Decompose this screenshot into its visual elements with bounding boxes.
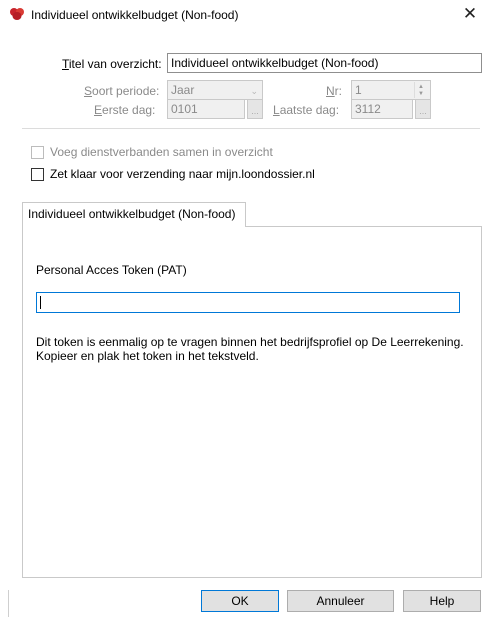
nr-value: 1 xyxy=(355,83,362,97)
titel-label: Titel van overzicht: xyxy=(62,57,162,71)
app-icon xyxy=(9,7,25,21)
soort-periode-label: Soort periode: xyxy=(84,84,160,98)
soort-periode-select[interactable]: Jaar ⌄ xyxy=(167,80,263,100)
tab-panel xyxy=(22,226,482,578)
tab-ontwikkelbudget[interactable]: Individueel ontwikkelbudget (Non-food) xyxy=(22,202,246,227)
spin-down-icon[interactable]: ▼ xyxy=(418,91,424,97)
laatste-dag-browse-button[interactable]: ... xyxy=(415,99,431,119)
laatste-dag-input[interactable]: 3112 xyxy=(351,99,413,119)
spin-buttons[interactable]: ▲ ▼ xyxy=(414,82,429,98)
pat-input[interactable] xyxy=(36,292,460,313)
title-bar: Individueel ontwikkelbudget (Non-food) ✕ xyxy=(0,0,488,28)
verzending-checkbox[interactable] xyxy=(31,168,44,181)
cancel-button[interactable]: Annuleer xyxy=(287,590,394,612)
eerste-dag-label: Eerste dag: xyxy=(94,103,156,117)
eerste-dag-browse-button[interactable]: ... xyxy=(247,99,263,119)
ok-button[interactable]: OK xyxy=(201,590,279,612)
titel-input[interactable]: Individueel ontwikkelbudget (Non-food) xyxy=(167,53,482,73)
close-icon[interactable]: ✕ xyxy=(458,4,482,24)
frame-edge xyxy=(8,590,9,617)
spin-up-icon[interactable]: ▲ xyxy=(418,84,424,90)
soort-periode-value: Jaar xyxy=(171,83,195,97)
chevron-down-icon: ⌄ xyxy=(250,86,258,96)
pat-label: Personal Acces Token (PAT) xyxy=(36,263,187,277)
laatste-dag-label: Laatste dag: xyxy=(273,103,340,117)
help-button[interactable]: Help xyxy=(403,590,481,612)
dienstverbanden-label: Voeg dienstverbanden samen in overzicht xyxy=(50,145,273,159)
dienstverbanden-checkbox[interactable] xyxy=(31,146,44,159)
help-text: Dit token is eenmalig op te vragen binne… xyxy=(36,335,476,363)
nr-label: Nr: xyxy=(326,84,343,98)
text-caret xyxy=(40,296,41,309)
verzending-label: Zet klaar voor verzending naar mijn.loon… xyxy=(50,167,315,181)
divider xyxy=(22,128,480,129)
eerste-dag-input[interactable]: 0101 xyxy=(167,99,245,119)
help-text-line-1: Dit token is eenmalig op te vragen binne… xyxy=(36,335,464,349)
nr-stepper[interactable]: 1 ▲ ▼ xyxy=(351,80,431,100)
help-text-line-2: Kopieer en plak het token in het tekstve… xyxy=(36,349,259,363)
window-title: Individueel ontwikkelbudget (Non-food) xyxy=(31,8,239,22)
